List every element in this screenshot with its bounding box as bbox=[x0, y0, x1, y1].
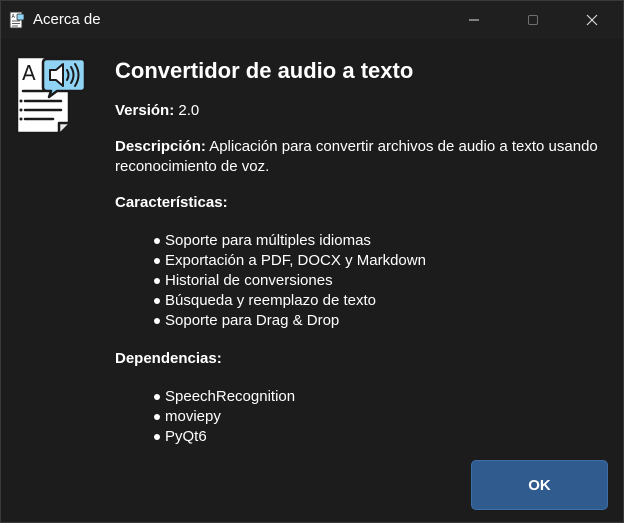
minimize-icon bbox=[469, 19, 479, 21]
list-item: Búsqueda y reemplazo de texto bbox=[153, 291, 605, 311]
list-item: PyQt6 bbox=[153, 427, 605, 447]
version-row: Versión: 2.0 bbox=[115, 101, 605, 121]
version-label: Versión: bbox=[115, 102, 175, 119]
app-logo-icon: A bbox=[15, 55, 87, 135]
list-item: Soporte para Drag & Drop bbox=[153, 311, 605, 331]
minimize-button[interactable] bbox=[445, 1, 503, 39]
about-content: Convertidor de audio a texto Versión: 2.… bbox=[115, 57, 605, 465]
maximize-icon bbox=[528, 15, 538, 25]
list-item: SpeechRecognition bbox=[153, 387, 605, 407]
about-dialog: A Acerca de A Convertidor de audio a tex… bbox=[0, 0, 624, 523]
features-list: Soporte para múltiples idiomas Exportaci… bbox=[115, 231, 605, 331]
dependencies-title: Dependencias: bbox=[115, 350, 222, 367]
title-bar[interactable]: A Acerca de bbox=[1, 1, 623, 39]
description-row: Descripción: Aplicación para convertir a… bbox=[115, 137, 605, 177]
close-icon bbox=[586, 14, 598, 26]
svg-text:A: A bbox=[22, 61, 36, 85]
ok-button[interactable]: OK bbox=[471, 460, 608, 510]
window-title: Acerca de bbox=[33, 11, 101, 28]
version-value: 2.0 bbox=[178, 102, 200, 119]
features-title: Características: bbox=[115, 194, 228, 211]
list-item: Historial de conversiones bbox=[153, 271, 605, 291]
app-name: Convertidor de audio a texto bbox=[115, 58, 414, 83]
maximize-button[interactable] bbox=[504, 1, 562, 39]
dependencies-list: SpeechRecognition moviepy PyQt6 bbox=[115, 387, 605, 447]
document-speaker-icon: A bbox=[9, 11, 25, 29]
list-item: Soporte para múltiples idiomas bbox=[153, 231, 605, 251]
svg-text:A: A bbox=[12, 14, 16, 20]
description-label: Descripción: bbox=[115, 138, 206, 155]
list-item: moviepy bbox=[153, 407, 605, 427]
close-button[interactable] bbox=[563, 1, 621, 39]
list-item: Exportación a PDF, DOCX y Markdown bbox=[153, 251, 605, 271]
